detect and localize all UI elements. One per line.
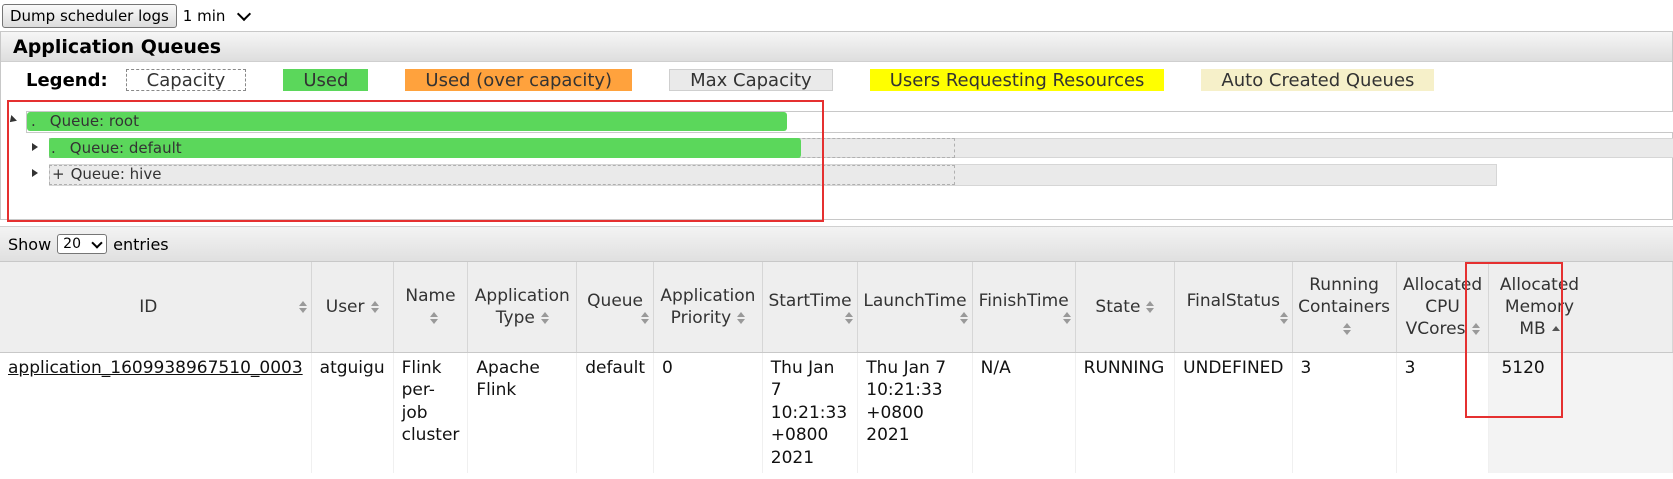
legend-capacity: Capacity	[125, 69, 247, 91]
sort-icon	[370, 300, 379, 313]
col-header-state[interactable]: State	[1075, 262, 1176, 353]
highlight-box-memory	[1465, 262, 1563, 418]
log-interval-value: 1 min	[182, 7, 226, 25]
log-interval-select[interactable]: 1 min	[182, 6, 252, 25]
cell-launch-time: Thu Jan 7 10:21:33 +0800 2021	[857, 352, 973, 473]
cell-queue: default	[576, 352, 655, 473]
cell-finish-time: N/A	[972, 352, 1076, 473]
legend-used-over-capacity: Used (over capacity)	[405, 69, 633, 91]
chevron-down-icon	[91, 236, 103, 249]
cell-running-containers: 3	[1292, 352, 1397, 473]
col-header-queue[interactable]: Queue	[576, 262, 655, 353]
legend-used: Used	[283, 69, 369, 91]
cell-id: application_1609938967510_0003	[0, 352, 312, 473]
sort-icon	[845, 311, 854, 324]
applications-table: ID User Name Application Type Queue Appl…	[0, 262, 1673, 473]
table-row: application_1609938967510_0003 atguigu F…	[0, 352, 1673, 473]
col-header-launch-time[interactable]: LaunchTime	[857, 262, 973, 353]
dump-scheduler-logs-button[interactable]: Dump scheduler logs	[2, 4, 177, 28]
entries-label: entries	[113, 234, 169, 254]
highlight-box-queues	[7, 100, 824, 222]
cell-application-type: Apache Flink	[467, 352, 578, 473]
sort-icon	[641, 311, 650, 324]
cell-priority: 0	[653, 352, 763, 473]
col-header-running-containers[interactable]: Running Containers	[1292, 262, 1397, 353]
col-header-finish-time[interactable]: FinishTime	[972, 262, 1076, 353]
page-size-value: 20	[63, 236, 81, 252]
sort-icon	[540, 311, 549, 324]
col-header-priority[interactable]: Application Priority	[653, 262, 763, 353]
table-header-row: ID User Name Application Type Queue Appl…	[0, 262, 1673, 353]
show-label: Show	[8, 234, 52, 254]
cell-state: RUNNING	[1075, 352, 1176, 473]
legend: Legend: Capacity Used Used (over capacit…	[26, 69, 1471, 91]
sort-icon	[1062, 311, 1071, 324]
application-id-link[interactable]: application_1609938967510_0003	[8, 358, 303, 378]
application-queues-title[interactable]: Application Queues	[1, 32, 1672, 62]
sort-icon	[737, 311, 746, 324]
cell-name: Flink per-job cluster	[393, 352, 469, 473]
cell-final-status: UNDEFINED	[1174, 352, 1293, 473]
col-header-start-time[interactable]: StartTime	[762, 262, 859, 353]
sort-icon	[298, 300, 307, 313]
cell-start-time: Thu Jan 7 10:21:33 +0800 2021	[762, 352, 859, 473]
legend-max-capacity: Max Capacity	[669, 69, 833, 91]
col-header-application-type[interactable]: Application Type	[467, 262, 578, 353]
chevron-down-icon	[237, 6, 252, 21]
legend-auto-created: Auto Created Queues	[1201, 69, 1435, 91]
sort-icon	[1146, 300, 1155, 313]
legend-title: Legend:	[26, 69, 108, 91]
col-header-name[interactable]: Name	[393, 262, 469, 353]
legend-users-requesting: Users Requesting Resources	[869, 69, 1165, 91]
cell-user: atguigu	[311, 352, 394, 473]
col-header-user[interactable]: User	[311, 262, 394, 353]
col-header-id[interactable]: ID	[0, 262, 312, 353]
sort-icon	[429, 311, 438, 324]
page-size-select[interactable]: 20	[57, 234, 108, 254]
show-entries-bar: Show 20 entries	[0, 226, 1673, 262]
sort-icon	[1343, 322, 1352, 335]
sort-icon	[1279, 311, 1288, 324]
toolbar: Dump scheduler logs 1 min	[2, 3, 252, 29]
col-header-final-status[interactable]: FinalStatus	[1174, 262, 1293, 353]
sort-icon	[959, 311, 968, 324]
